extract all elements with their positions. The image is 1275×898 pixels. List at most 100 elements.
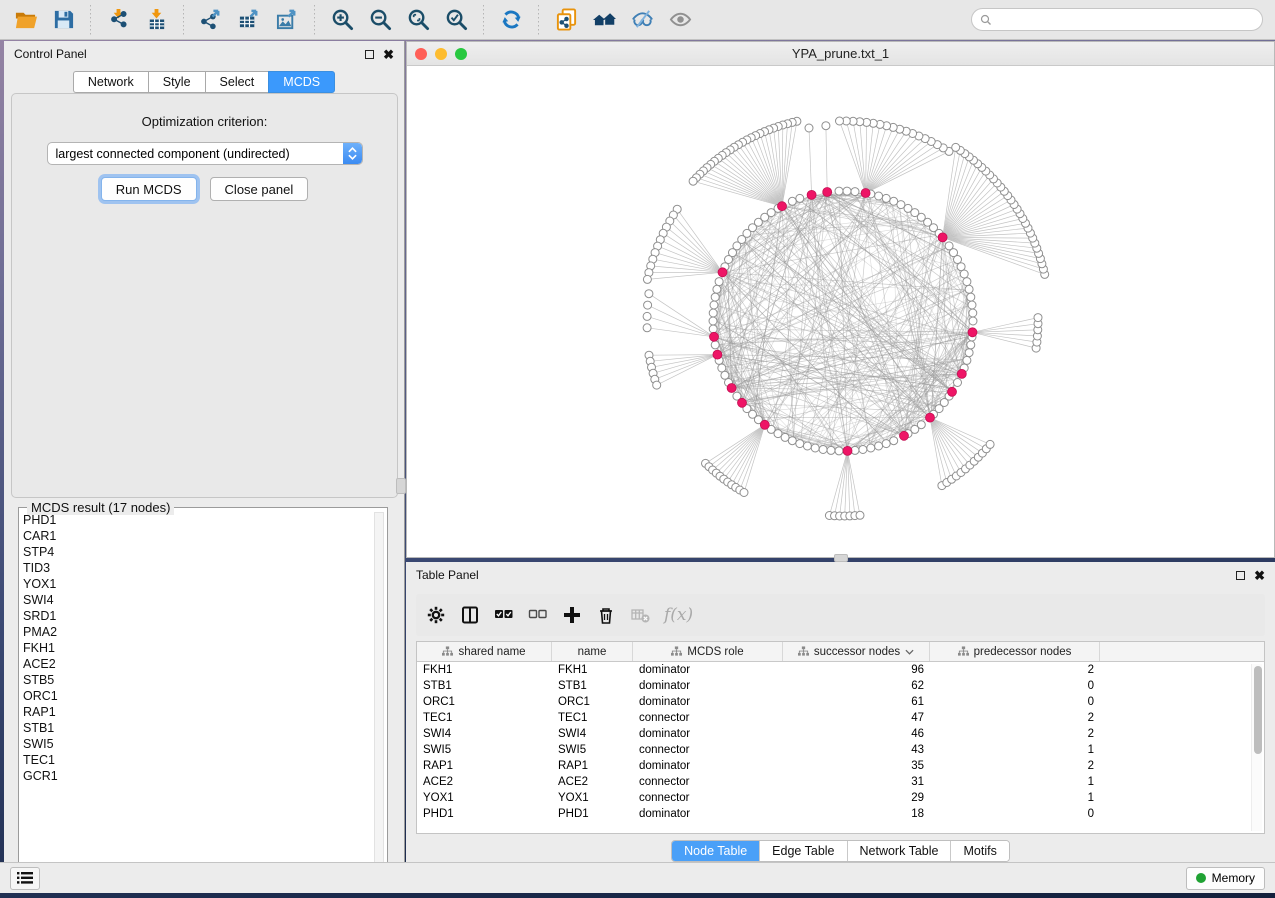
tab-mcds[interactable]: MCDS xyxy=(268,71,335,93)
column-header-filler xyxy=(1100,642,1264,661)
mcds-result-item[interactable]: STB5 xyxy=(23,672,373,688)
network-canvas[interactable] xyxy=(407,67,1274,557)
cell-shared-name: TEC1 xyxy=(417,712,552,724)
zoom-selected-button[interactable] xyxy=(439,4,473,36)
clear-table-button xyxy=(630,605,650,625)
mcds-result-item[interactable]: FKH1 xyxy=(23,640,373,656)
tab-network-table[interactable]: Network Table xyxy=(848,841,952,861)
hide-glasses-button[interactable] xyxy=(625,4,659,36)
mcds-result-item[interactable]: YOX1 xyxy=(23,576,373,592)
mcds-result-item[interactable]: STB1 xyxy=(23,720,373,736)
mcds-result-item[interactable]: CAR1 xyxy=(23,528,373,544)
column-header-predecessor-nodes[interactable]: predecessor nodes xyxy=(930,642,1100,661)
table-row[interactable]: FKH1FKH1dominator962 xyxy=(417,662,1264,678)
cell-predecessor-nodes: 2 xyxy=(930,664,1100,676)
tab-edge-table[interactable]: Edge Table xyxy=(760,841,847,861)
table-row[interactable]: ACE2ACE2connector311 xyxy=(417,774,1264,790)
export-network-button[interactable] xyxy=(194,4,228,36)
export-image-button[interactable] xyxy=(270,4,304,36)
column-header-name[interactable]: name xyxy=(552,642,633,661)
run-mcds-button[interactable]: Run MCDS xyxy=(101,177,197,201)
mcds-result-scrollbar[interactable] xyxy=(374,512,384,874)
mcds-result-item[interactable]: TID3 xyxy=(23,560,373,576)
memory-button[interactable]: Memory xyxy=(1186,867,1265,890)
mcds-result-item[interactable]: SWI4 xyxy=(23,592,373,608)
import-table-button[interactable] xyxy=(139,4,173,36)
float-panel-icon[interactable] xyxy=(365,50,374,59)
deselect-all-button[interactable] xyxy=(528,605,548,625)
search-input[interactable] xyxy=(997,13,1254,27)
table-scrollbar[interactable] xyxy=(1251,664,1262,831)
node-table[interactable]: shared namenameMCDS rolesuccessor nodesp… xyxy=(416,641,1265,834)
column-header-shared-name[interactable]: shared name xyxy=(417,642,552,661)
task-history-button[interactable] xyxy=(10,867,40,890)
settings-gear-button[interactable] xyxy=(426,605,446,625)
tab-network[interactable]: Network xyxy=(73,71,148,93)
mcds-result-item[interactable]: TEC1 xyxy=(23,752,373,768)
tab-style[interactable]: Style xyxy=(148,71,205,93)
function-builder-icon: f(x) xyxy=(664,605,693,625)
toolbar-separator xyxy=(483,5,484,35)
mcds-result-item[interactable]: SWI5 xyxy=(23,736,373,752)
export-table-button[interactable] xyxy=(232,4,266,36)
save-session-button[interactable] xyxy=(46,4,80,36)
open-session-button[interactable] xyxy=(8,4,42,36)
mcds-result-item[interactable]: ACE2 xyxy=(23,656,373,672)
mcds-result-item[interactable]: ORC1 xyxy=(23,688,373,704)
tab-node-table[interactable]: Node Table xyxy=(672,841,760,861)
show-eye-button xyxy=(663,4,697,36)
sort-descending-icon xyxy=(905,649,914,655)
network-window-title: YPA_prune.txt_1 xyxy=(407,46,1274,61)
open-session-icon xyxy=(14,8,37,31)
table-row[interactable]: YOX1YOX1connector291 xyxy=(417,790,1264,806)
column-header-successor-nodes[interactable]: successor nodes xyxy=(783,642,930,661)
table-row[interactable]: SWI4SWI4dominator462 xyxy=(417,726,1264,742)
table-scrollbar-thumb[interactable] xyxy=(1254,666,1262,754)
close-table-panel-icon[interactable]: ✖ xyxy=(1254,571,1265,580)
criterion-selected-value: largest connected component (undirected) xyxy=(48,147,343,161)
tab-select[interactable]: Select xyxy=(205,71,269,93)
mcds-result-item[interactable]: PHD1 xyxy=(23,512,373,528)
tab-motifs[interactable]: Motifs xyxy=(951,841,1008,861)
home-button[interactable] xyxy=(587,4,621,36)
network-window-titlebar[interactable]: YPA_prune.txt_1 xyxy=(407,42,1274,66)
table-row[interactable]: PHD1PHD1dominator180 xyxy=(417,806,1264,822)
close-panel-icon[interactable]: ✖ xyxy=(383,50,394,59)
mcds-result-item[interactable]: PMA2 xyxy=(23,624,373,640)
cell-successor-nodes: 43 xyxy=(783,744,930,756)
clear-table-icon xyxy=(630,605,650,625)
zoom-in-button[interactable] xyxy=(325,4,359,36)
delete-row-button[interactable] xyxy=(596,605,616,625)
table-row[interactable]: STB1STB1dominator620 xyxy=(417,678,1264,694)
mcds-result-item[interactable]: RAP1 xyxy=(23,704,373,720)
horizontal-splitter-grip[interactable] xyxy=(834,554,848,562)
mcds-result-item[interactable]: STP4 xyxy=(23,544,373,560)
search-box[interactable] xyxy=(971,8,1263,31)
search-icon xyxy=(980,14,992,26)
refresh-button[interactable] xyxy=(494,4,528,36)
import-network-button[interactable] xyxy=(101,4,135,36)
add-row-button[interactable] xyxy=(562,605,582,625)
network-view-window: YPA_prune.txt_1 xyxy=(406,41,1275,558)
network-graph[interactable] xyxy=(407,67,1274,558)
close-panel-button[interactable]: Close panel xyxy=(210,177,309,201)
mcds-result-list[interactable]: PHD1CAR1STP4TID3YOX1SWI4SRD1PMA2FKH1ACE2… xyxy=(23,512,373,874)
cell-MCDS-role: connector xyxy=(633,744,783,756)
table-row[interactable]: SWI5SWI5connector431 xyxy=(417,742,1264,758)
criterion-select[interactable]: largest connected component (undirected) xyxy=(47,142,363,165)
zoom-out-button[interactable] xyxy=(363,4,397,36)
mcds-result-item[interactable]: SRD1 xyxy=(23,608,373,624)
table-row[interactable]: RAP1RAP1dominator352 xyxy=(417,758,1264,774)
show-columns-button[interactable] xyxy=(460,605,480,625)
vertical-splitter-grip[interactable] xyxy=(396,478,406,494)
cell-name: RAP1 xyxy=(552,760,633,772)
table-row[interactable]: ORC1ORC1dominator610 xyxy=(417,694,1264,710)
float-table-panel-icon[interactable] xyxy=(1236,571,1245,580)
column-header-MCDS-role[interactable]: MCDS role xyxy=(633,642,783,661)
mcds-result-item[interactable]: GCR1 xyxy=(23,768,373,784)
select-all-button[interactable] xyxy=(494,605,514,625)
toolbar-separator xyxy=(314,5,315,35)
table-row[interactable]: TEC1TEC1connector472 xyxy=(417,710,1264,726)
zoom-fit-button[interactable] xyxy=(401,4,435,36)
duplicate-network-button[interactable] xyxy=(549,4,583,36)
